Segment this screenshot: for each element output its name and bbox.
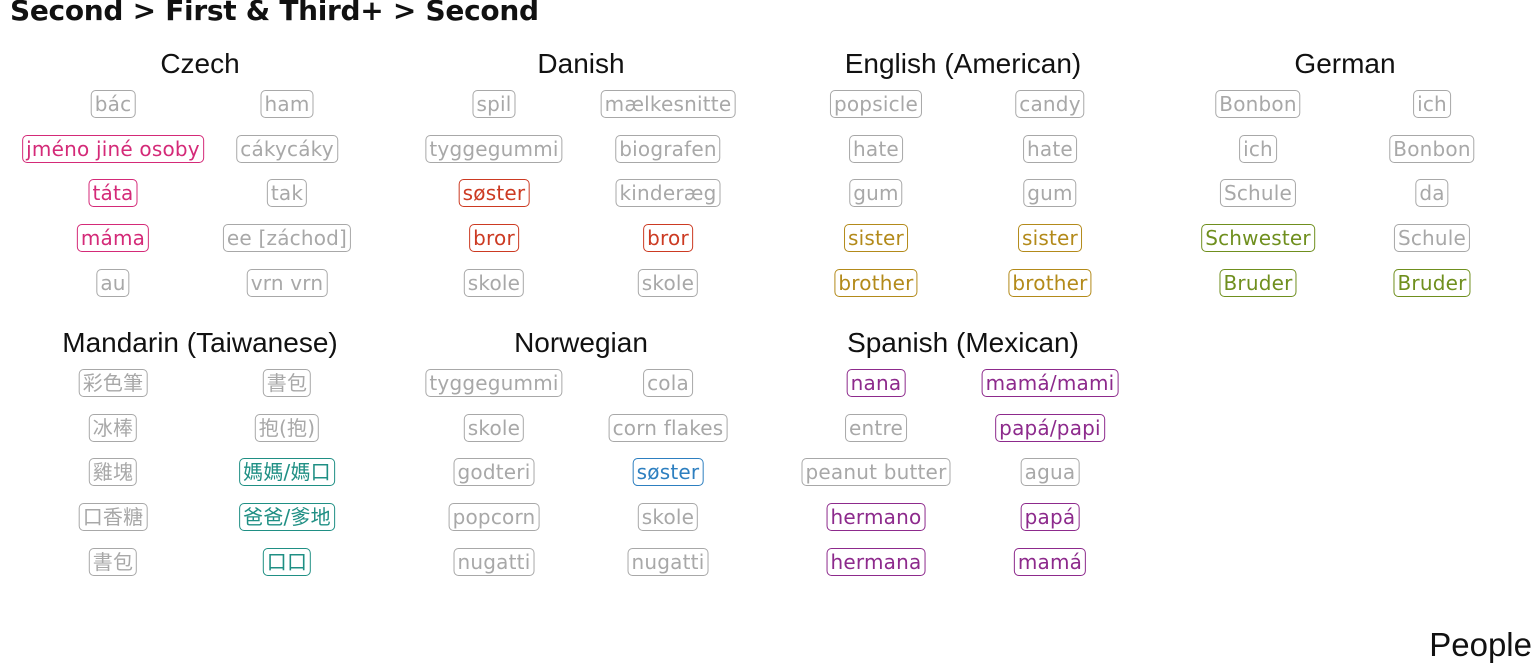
language-panel: Norwegian tyggegummi cola skole corn flakes g… — [396, 323, 766, 583]
word-chip: kinderæg — [615, 179, 721, 207]
word-chip-highlighted: papá/papi — [995, 414, 1105, 442]
word-chip: gum — [1023, 179, 1077, 207]
word-chip: da — [1415, 179, 1449, 207]
word-chip: Bonbon — [1389, 135, 1475, 163]
word-chip: biografen — [615, 135, 721, 163]
language-panel: English (American) popsicle candy hate hate g… — [778, 44, 1148, 304]
word-chip: 書包 — [262, 369, 312, 397]
word-chip-highlighted: mamá/mami — [981, 369, 1119, 397]
word-chip-highlighted: 爸爸/爹地 — [239, 503, 335, 531]
word-chip: ich — [1413, 90, 1451, 118]
language-panel: Spanish (Mexican) nana mamá/mami entre papá/… — [778, 323, 1148, 583]
language-panel: Danish spil mælkesnitte tyggegummi biografen… — [396, 44, 766, 304]
word-chip-highlighted: søster — [458, 179, 530, 207]
language-panel: German Bonbon ich ich Bonbon Schule da Schweste… — [1160, 44, 1530, 304]
word-chip-highlighted: papá — [1020, 503, 1080, 531]
word-chip: vrn vrn — [246, 269, 328, 297]
word-chip-highlighted: Bruder — [1393, 269, 1471, 297]
footer-label: People — [1429, 626, 1532, 663]
word-chip: tak — [266, 179, 308, 207]
word-chip-highlighted: jméno jiné osoby — [22, 135, 204, 163]
word-chip-highlighted: søster — [632, 458, 704, 486]
panel-title: Mandarin (Taiwanese) — [62, 327, 338, 358]
word-chip-highlighted: brother — [1008, 269, 1092, 297]
word-chip: 彩色筆 — [78, 369, 148, 397]
word-chip: peanut butter — [801, 458, 951, 486]
word-chip: hate — [1023, 135, 1077, 163]
word-chip: agua — [1020, 458, 1080, 486]
word-chip: 口香糖 — [78, 503, 148, 531]
word-chip: entre — [845, 414, 907, 442]
word-chip-highlighted: Schwester — [1201, 224, 1315, 252]
word-chip-highlighted: Bruder — [1219, 269, 1297, 297]
language-panel: Mandarin (Taiwanese) 彩色筆 書包 冰棒 抱(抱) 雞塊 媽媽/媽口 口香… — [15, 323, 385, 583]
word-chip: skole — [463, 414, 525, 442]
word-chip: au — [96, 269, 130, 297]
word-chip: 雞塊 — [88, 458, 138, 486]
word-chip: 冰棒 — [88, 414, 138, 442]
word-chip: 抱(抱) — [254, 414, 320, 442]
word-chip: Bonbon — [1215, 90, 1301, 118]
word-chip: 書包 — [88, 548, 138, 576]
word-chip: skole — [637, 269, 699, 297]
word-chip: nugatti — [453, 548, 535, 576]
word-chip: tyggegummi — [425, 369, 563, 397]
word-chip-highlighted: táta — [88, 179, 138, 207]
page-title: Second > First & Third+ > Second — [10, 0, 539, 27]
word-chip: spil — [472, 90, 516, 118]
word-chip-highlighted: bror — [469, 224, 519, 252]
word-chip-highlighted: 媽媽/媽口 — [239, 458, 335, 486]
word-chip: cola — [643, 369, 693, 397]
language-panel: Czech bác ham jméno jiné osoby cákycáky táta t… — [15, 44, 385, 304]
panel-title: Norwegian — [514, 327, 648, 358]
word-chip-highlighted: mamá — [1013, 548, 1087, 576]
word-chip: Schule — [1219, 179, 1297, 207]
word-chip: popcorn — [448, 503, 540, 531]
panel-title: German — [1294, 48, 1396, 79]
word-chip: tyggegummi — [425, 135, 563, 163]
word-chip: mælkesnitte — [600, 90, 736, 118]
word-chip-highlighted: máma — [76, 224, 150, 252]
word-chip: gum — [849, 179, 903, 207]
panel-title: Spanish (Mexican) — [847, 327, 1079, 358]
word-chip-highlighted: nana — [846, 369, 906, 397]
word-chip: bác — [90, 90, 136, 118]
panel-title: English (American) — [844, 48, 1082, 79]
word-chip-highlighted: sister — [844, 224, 908, 252]
word-chip: skole — [463, 269, 525, 297]
word-chip-highlighted: hermana — [826, 548, 926, 576]
word-chip: ich — [1239, 135, 1277, 163]
word-chip: popsicle — [829, 90, 923, 118]
word-chip: corn flakes — [608, 414, 728, 442]
panel-title: Danish — [537, 48, 625, 79]
word-chip: Schule — [1393, 224, 1471, 252]
word-chip: ee [záchod] — [222, 224, 352, 252]
word-chip-highlighted: brother — [834, 269, 918, 297]
word-chip: candy — [1015, 90, 1085, 118]
word-chip: cákycáky — [236, 135, 338, 163]
panel-title: Czech — [160, 48, 240, 79]
word-chip-highlighted: bror — [643, 224, 693, 252]
word-chip: skole — [637, 503, 699, 531]
word-chip-highlighted: 口口 — [262, 548, 312, 576]
word-chip: godteri — [453, 458, 535, 486]
word-chip: hate — [849, 135, 903, 163]
word-chip-highlighted: hermano — [826, 503, 926, 531]
word-chip: nugatti — [627, 548, 709, 576]
word-chip-highlighted: sister — [1018, 224, 1082, 252]
word-chip: ham — [260, 90, 314, 118]
